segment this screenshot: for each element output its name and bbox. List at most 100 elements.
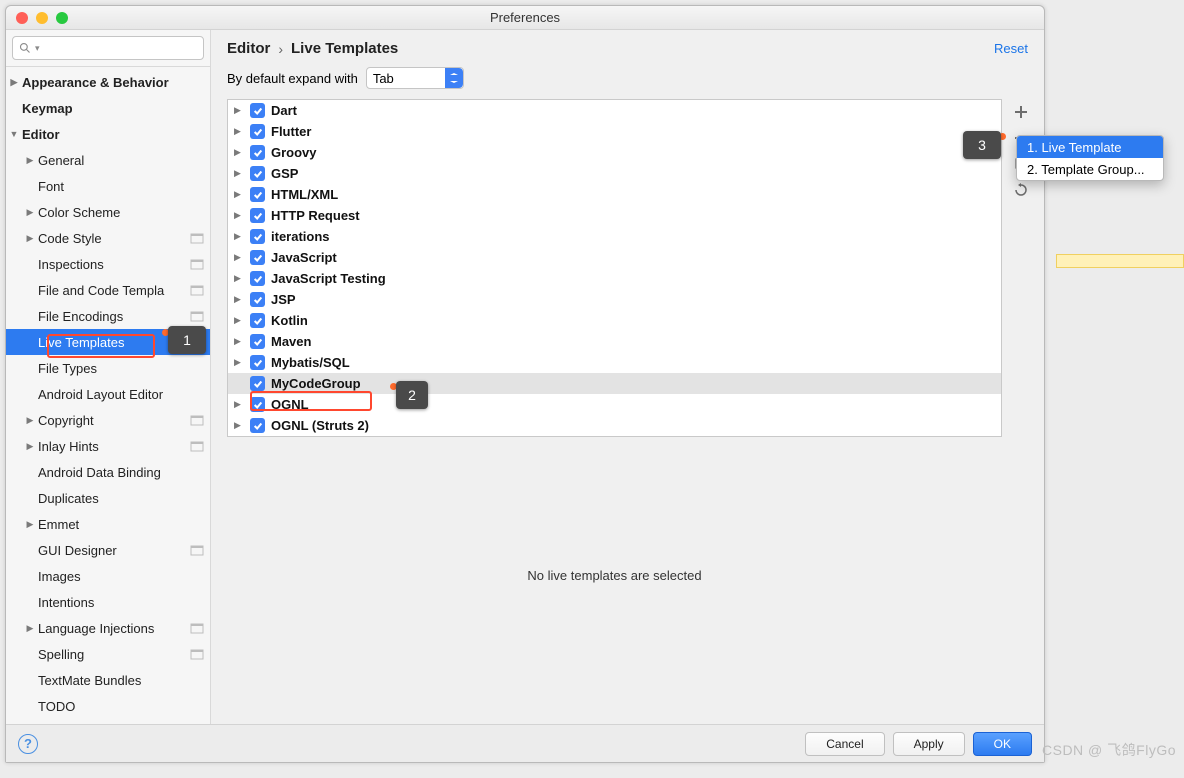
group-checkbox[interactable] [250,313,265,328]
menu-item-template-group[interactable]: 2. Template Group... [1017,158,1163,180]
tree-item-duplicates[interactable]: Duplicates [6,485,210,511]
reset-link[interactable]: Reset [994,41,1028,56]
group-row-javascript-testing[interactable]: ▶JavaScript Testing [228,268,1001,289]
tree-item-color-scheme[interactable]: Color Scheme [6,199,210,225]
expand-arrow-icon: ▶ [234,105,244,116]
cancel-button[interactable]: Cancel [805,732,884,756]
tree-item-label: Inlay Hints [38,439,99,454]
group-row-iterations[interactable]: ▶iterations [228,226,1001,247]
template-groups-list[interactable]: ▶Dart▶Flutter▶Groovy▶GSP▶HTML/XML▶HTTP R… [227,99,1002,437]
group-checkbox[interactable] [250,229,265,244]
ok-button[interactable]: OK [973,732,1032,756]
callout-3: 3 [963,131,1001,159]
tree-item-gui-designer[interactable]: GUI Designer [6,537,210,563]
group-name: HTTP Request [271,208,360,223]
group-checkbox[interactable] [250,208,265,223]
group-checkbox[interactable] [250,376,265,391]
group-row-groovy[interactable]: ▶Groovy [228,142,1001,163]
group-row-dart[interactable]: ▶ Dart [228,100,1001,121]
tree-item-label: Editor [22,127,60,142]
group-row-http-request[interactable]: ▶ HTTP Request [228,205,1001,226]
tree-item-images[interactable]: Images [6,563,210,589]
tree-item-code-style[interactable]: Code Style [6,225,210,251]
group-row-mybatis-sql[interactable]: ▶Mybatis/SQL [228,352,1001,373]
callout-1: 1 [168,326,206,354]
add-button[interactable] [1010,101,1032,123]
group-name: JavaScript Testing [271,271,386,286]
tree-item-appearance-behavior[interactable]: Appearance & Behavior [6,69,210,95]
group-checkbox[interactable] [250,187,265,202]
tree-item-inspections[interactable]: Inspections [6,251,210,277]
apply-button[interactable]: Apply [893,732,965,756]
search-dropdown-icon: ▾ [35,43,40,54]
project-config-icon [190,231,204,245]
group-row-html-xml[interactable]: ▶HTML/XML [228,184,1001,205]
expand-with-combo[interactable]: Tab [366,67,464,89]
group-checkbox[interactable] [250,166,265,181]
group-checkbox[interactable] [250,103,265,118]
group-row-maven[interactable]: ▶Maven [228,331,1001,352]
breadcrumb-root[interactable]: Editor [227,40,270,57]
group-name: Dart [271,103,297,118]
expand-arrow-icon: ▶ [234,147,244,158]
group-checkbox[interactable] [250,397,265,412]
help-button[interactable]: ? [18,734,38,754]
menu-item-live-template[interactable]: 1. Live Template [1017,136,1163,158]
group-row-flutter[interactable]: ▶Flutter [228,121,1001,142]
chevron-right-icon: › [278,41,283,57]
tree-item-language-injections[interactable]: Language Injections [6,615,210,641]
expand-arrow-icon: ▶ [234,252,244,263]
tree-item-font[interactable]: Font [6,173,210,199]
search-icon [19,42,31,54]
tree-item-label: File Encodings [38,309,123,324]
settings-tree: Appearance & BehaviorKeymap Editor General… [6,67,210,724]
external-highlight-strip [1056,254,1184,268]
group-checkbox[interactable] [250,145,265,160]
tree-item-copyright[interactable]: Copyright [6,407,210,433]
tree-item-general[interactable]: General [6,147,210,173]
group-checkbox[interactable] [250,250,265,265]
group-name: MyCodeGroup [271,376,361,391]
group-checkbox[interactable] [250,334,265,349]
expand-arrow-icon: ▶ [234,357,244,368]
tree-item-editor[interactable]: Editor [6,121,210,147]
tree-item-intentions[interactable]: Intentions [6,589,210,615]
tree-item-todo[interactable]: TODO [6,693,210,719]
revert-button[interactable] [1010,179,1032,201]
empty-detail-text: No live templates are selected [227,437,1002,714]
group-row-ognl[interactable]: ▶OGNL [228,394,1001,415]
tree-item-label: Copyright [38,413,94,428]
tree-item-keymap[interactable]: Keymap [6,95,210,121]
tree-item-inlay-hints[interactable]: Inlay Hints [6,433,210,459]
group-checkbox[interactable] [250,355,265,370]
expand-arrow-icon: ▶ [234,126,244,137]
group-row-javascript[interactable]: ▶JavaScript [228,247,1001,268]
expand-with-value: Tab [367,71,445,86]
group-row-ognl-struts-2-[interactable]: ▶OGNL (Struts 2) [228,415,1001,436]
group-checkbox[interactable] [250,124,265,139]
tree-item-file-types[interactable]: File Types [6,355,210,381]
tree-item-label: Images [38,569,81,584]
group-checkbox[interactable] [250,418,265,433]
group-row-kotlin[interactable]: ▶Kotlin [228,310,1001,331]
expand-arrow-icon: ▶ [234,189,244,200]
search-input[interactable]: ▾ [12,36,204,60]
combo-arrow-icon [445,68,463,88]
group-checkbox[interactable] [250,271,265,286]
tree-item-label: Inspections [38,257,104,272]
project-config-icon [190,439,204,453]
tree-item-textmate-bundles[interactable]: TextMate Bundles [6,667,210,693]
tree-item-android-layout-editor[interactable]: Android Layout Editor [6,381,210,407]
expand-arrow-icon: ▶ [234,210,244,221]
group-name: OGNL (Struts 2) [271,418,369,433]
tree-item-label: Color Scheme [38,205,120,220]
tree-item-emmet[interactable]: Emmet [6,511,210,537]
tree-item-android-data-binding[interactable]: Android Data Binding [6,459,210,485]
group-row-jsp[interactable]: ▶JSP [228,289,1001,310]
group-row-gsp[interactable]: ▶GSP [228,163,1001,184]
group-checkbox[interactable] [250,292,265,307]
tree-item-spelling[interactable]: Spelling [6,641,210,667]
group-row-mycodegroup[interactable]: MyCodeGroup [228,373,1001,394]
tree-item-file-and-code-templa[interactable]: File and Code Templa [6,277,210,303]
group-name: Kotlin [271,313,308,328]
